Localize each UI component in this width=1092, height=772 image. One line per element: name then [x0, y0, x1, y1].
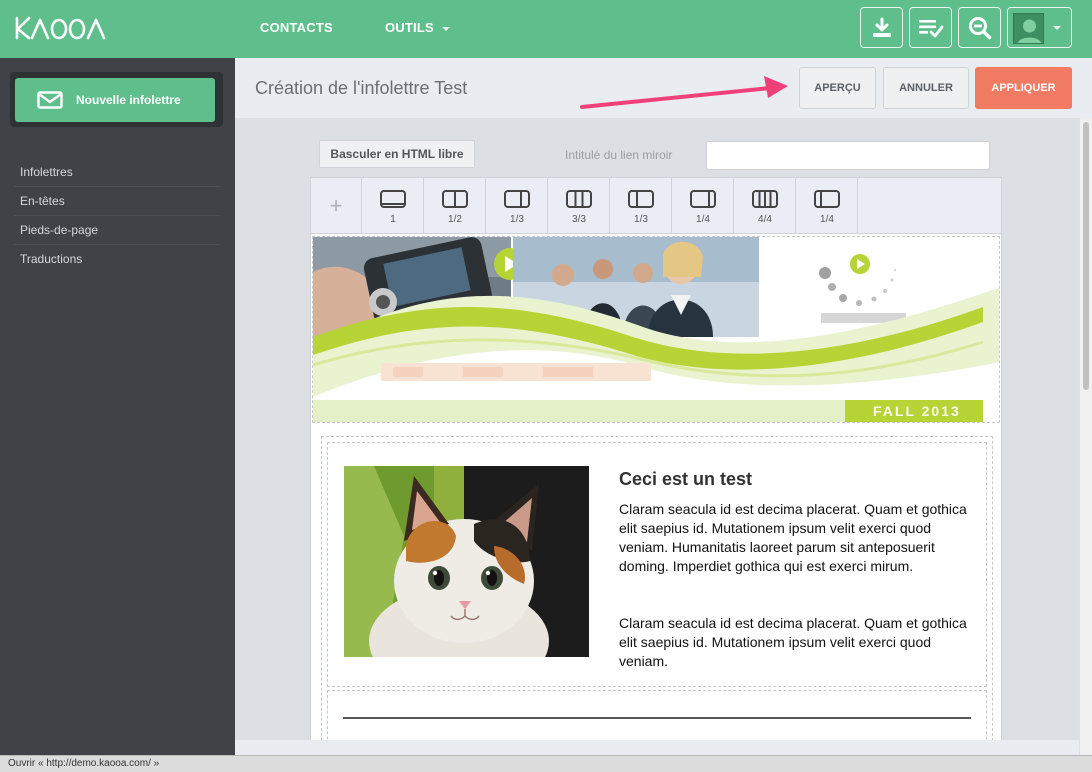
- new-newsletter-label: Nouvelle infolettre: [76, 93, 181, 107]
- nav-contacts[interactable]: CONTACTS: [260, 20, 333, 35]
- layout-option-5[interactable]: 1/3: [610, 178, 672, 233]
- layout-option-1[interactable]: 1: [362, 178, 424, 233]
- plus-icon: +: [329, 192, 343, 218]
- content-block[interactable]: Ceci est un test Claram seacula id est d…: [321, 436, 993, 740]
- layout-option-label: 1/2: [448, 214, 462, 225]
- app-logo[interactable]: [14, 14, 106, 42]
- newsletter-editor: Basculer en HTML libre Intitulé du lien …: [235, 118, 1079, 740]
- cancel-button[interactable]: ANNULER: [883, 67, 969, 109]
- kaooa-logo: [15, 16, 106, 40]
- kitten-illustration: [344, 466, 589, 657]
- download-button[interactable]: [860, 7, 903, 48]
- new-newsletter-wrapper: Nouvelle infolettre: [10, 72, 223, 127]
- sidebar-item-en-tetes[interactable]: En-têtes: [14, 187, 220, 216]
- apply-button[interactable]: APPLIQUER: [975, 67, 1072, 109]
- scrollbar-thumb[interactable]: [1083, 122, 1089, 390]
- layout-option-label: 3/3: [572, 214, 586, 225]
- divider-block[interactable]: [327, 690, 987, 740]
- article-block[interactable]: Ceci est un test Claram seacula id est d…: [327, 442, 987, 687]
- header-banner[interactable]: FALL 2013: [312, 236, 1000, 423]
- chevron-down-icon: [441, 26, 450, 31]
- checklist-icon: [918, 19, 943, 37]
- layout-four-columns-icon: [752, 190, 778, 208]
- checklist-button[interactable]: [909, 7, 952, 48]
- layout-two-thirds-icon: [628, 190, 654, 208]
- layout-option-label: 1/3: [634, 214, 648, 225]
- top-bar: CONTACTS OUTILS: [0, 0, 1092, 58]
- user-menu-button[interactable]: [1007, 7, 1072, 48]
- sidebar-item-pieds-de-page[interactable]: Pieds-de-page: [14, 216, 220, 245]
- banner-image: [313, 237, 999, 397]
- kitten-image: [344, 466, 589, 657]
- layout-three-quarters-icon: [814, 190, 840, 208]
- layout-one-third-icon: [504, 190, 530, 208]
- page-title: Création de l'infolettre Test: [255, 78, 468, 98]
- layout-one-quarter-icon: [690, 190, 716, 208]
- article-paragraph-2: Claram seacula id est decima placerat. Q…: [619, 615, 967, 669]
- mirror-link-input[interactable]: [706, 141, 990, 170]
- sidebar: Nouvelle infolettre Infolettres En-têtes…: [0, 58, 235, 755]
- layout-option-7[interactable]: 4/4: [734, 178, 796, 233]
- zoom-out-icon: [968, 16, 991, 39]
- layout-option-label: 1: [390, 214, 396, 225]
- nav-contacts-label: CONTACTS: [260, 20, 333, 35]
- preview-button[interactable]: APERÇU: [799, 67, 876, 109]
- avatar: [1013, 13, 1044, 44]
- layout-option-label: 1/4: [820, 214, 834, 225]
- nav-outils[interactable]: OUTILS: [385, 20, 450, 35]
- article-title: Ceci est un test: [619, 469, 753, 489]
- layout-option-label: 1/3: [510, 214, 524, 225]
- layout-two-columns-icon: [442, 190, 468, 208]
- layout-option-label: 1/4: [696, 214, 710, 225]
- layout-option-2[interactable]: 1/2: [424, 178, 486, 233]
- user-silhouette-icon: [1017, 19, 1042, 43]
- mirror-link-label: Intitulé du lien miroir: [565, 148, 673, 162]
- banner-season-label: FALL 2013: [845, 400, 983, 422]
- divider-line: [343, 717, 971, 719]
- nav-outils-label: OUTILS: [385, 20, 434, 35]
- sidebar-nav: Infolettres En-têtes Pieds-de-page Tradu…: [14, 158, 220, 274]
- envelope-icon: [37, 91, 63, 109]
- download-icon: [872, 17, 891, 37]
- new-newsletter-button[interactable]: Nouvelle infolettre: [15, 78, 215, 122]
- newsletter-canvas: FALL 2013 Ceci est un test Claram seacul…: [310, 234, 1002, 740]
- sidebar-item-infolettres[interactable]: Infolettres: [14, 158, 220, 187]
- layout-three-columns-icon: [566, 190, 592, 208]
- layout-option-8[interactable]: 1/4: [796, 178, 858, 233]
- layout-option-4[interactable]: 3/3: [548, 178, 610, 233]
- vertical-scrollbar[interactable]: [1079, 118, 1092, 755]
- chevron-down-icon: [1053, 26, 1061, 30]
- layout-single-column-icon: [380, 190, 406, 208]
- html-toggle-button[interactable]: Basculer en HTML libre: [319, 140, 475, 168]
- add-block-button[interactable]: +: [311, 178, 362, 233]
- sidebar-item-traductions[interactable]: Traductions: [14, 245, 220, 274]
- layout-option-label: 4/4: [758, 214, 772, 225]
- layout-option-3[interactable]: 1/3: [486, 178, 548, 233]
- layout-toolbar: + 1 1/2 1/3 3/3 1/3 1/4 4/4 1/4: [310, 177, 1002, 234]
- layout-option-6[interactable]: 1/4: [672, 178, 734, 233]
- article-paragraph-1: Claram seacula id est decima placerat. Q…: [619, 501, 967, 574]
- zoom-out-button[interactable]: [958, 7, 1001, 48]
- status-bar: Ouvrir « http://demo.kaooa.com/ »: [0, 755, 1092, 772]
